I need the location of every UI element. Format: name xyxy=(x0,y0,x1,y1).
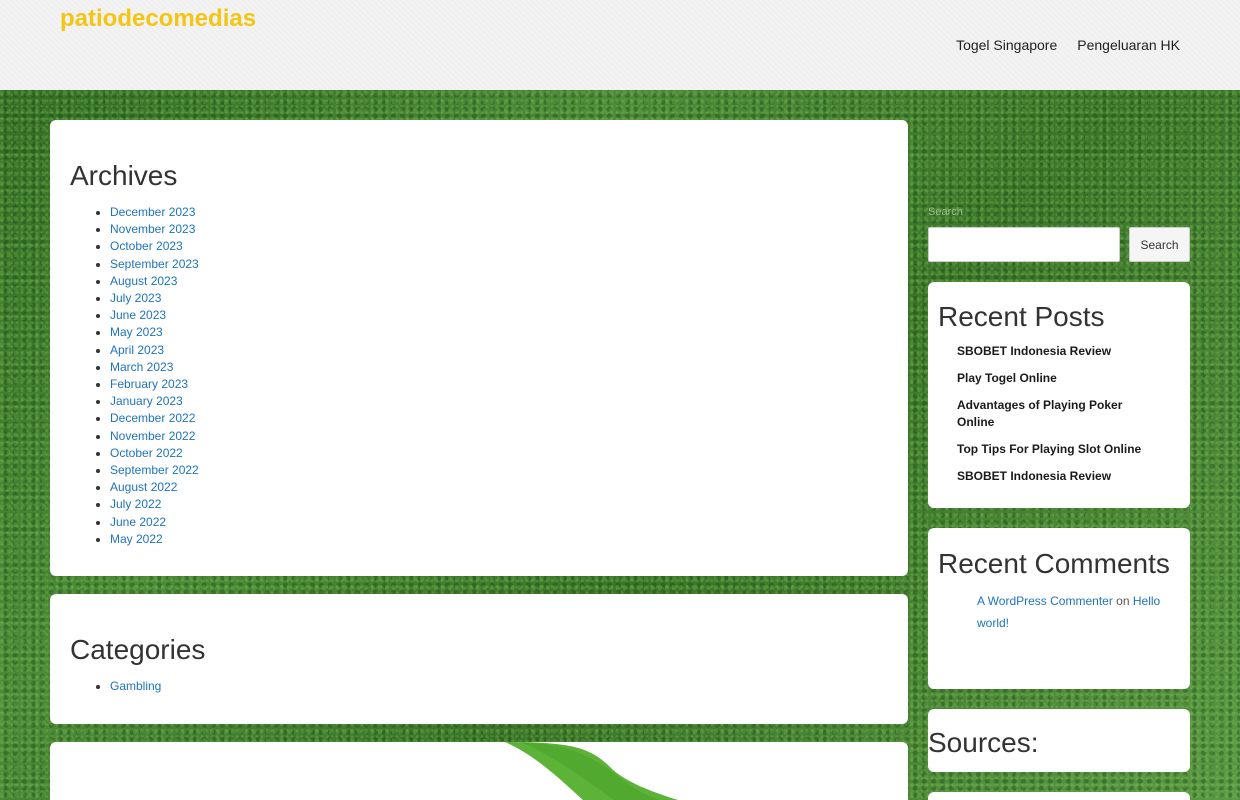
recent-post-link[interactable]: Top Tips For Playing Slot Online xyxy=(957,442,1141,456)
archive-link[interactable]: September 2022 xyxy=(110,463,199,477)
archive-link[interactable]: December 2023 xyxy=(110,205,195,219)
category-link[interactable]: Gambling xyxy=(110,679,161,693)
list-item: November 2022 xyxy=(110,428,888,445)
archive-link[interactable]: September 2023 xyxy=(110,257,199,271)
list-item: A WordPress Commenter on Hello world! xyxy=(977,590,1180,634)
list-item: August 2023 xyxy=(110,273,888,290)
list-item: October 2022 xyxy=(110,445,888,462)
footer-card xyxy=(50,742,908,800)
archive-link[interactable]: February 2023 xyxy=(110,377,188,391)
archive-link[interactable]: May 2022 xyxy=(110,532,163,546)
main-nav: Togel Singapore Pengeluaran HK xyxy=(956,37,1180,53)
recent-post-link[interactable]: SBOBET Indonesia Review xyxy=(957,469,1111,483)
list-item: August 2022 xyxy=(110,479,888,496)
archives-list: December 2023 November 2023 October 2023… xyxy=(70,204,888,548)
archive-link[interactable]: December 2022 xyxy=(110,411,195,425)
list-item: SBOBET Indonesia Review xyxy=(957,343,1150,360)
list-item: SBOBET Indonesia Review xyxy=(957,468,1150,485)
recent-comments-list: A WordPress Commenter on Hello world! xyxy=(938,590,1180,634)
comment-connector: on xyxy=(1116,594,1130,608)
recent-posts-heading: Recent Posts xyxy=(938,301,1105,332)
archive-link[interactable]: April 2023 xyxy=(110,343,164,357)
list-item: March 2023 xyxy=(110,359,888,376)
list-item: December 2023 xyxy=(110,204,888,221)
categories-widget: Categories Gambling xyxy=(50,594,908,724)
list-item: May 2022 xyxy=(110,531,888,548)
archive-link[interactable]: July 2023 xyxy=(110,291,161,305)
recent-posts-list: SBOBET Indonesia Review Play Togel Onlin… xyxy=(938,343,1180,485)
site-title-link[interactable]: patiodecomedias xyxy=(60,5,256,33)
list-item: September 2023 xyxy=(110,256,888,273)
nav-link-pengeluaran-hk[interactable]: Pengeluaran HK xyxy=(1077,37,1180,53)
list-item: June 2022 xyxy=(110,514,888,531)
recent-post-link[interactable]: SBOBET Indonesia Review xyxy=(957,344,1111,358)
list-item: September 2022 xyxy=(110,462,888,479)
list-item: July 2022 xyxy=(110,496,888,513)
list-item: Play Togel Online xyxy=(957,370,1150,387)
archive-link[interactable]: August 2022 xyxy=(110,480,177,494)
archive-link[interactable]: June 2022 xyxy=(110,515,166,529)
green-swoosh-decoration xyxy=(505,742,679,800)
categories-list: Gambling xyxy=(70,678,888,695)
search-label: Search xyxy=(928,206,963,218)
archive-link[interactable]: November 2022 xyxy=(110,429,195,443)
list-item: Gambling xyxy=(110,678,888,695)
list-item: July 2023 xyxy=(110,290,888,307)
recent-comments-widget: Recent Comments A WordPress Commenter on… xyxy=(928,528,1190,689)
archive-link[interactable]: November 2023 xyxy=(110,222,195,236)
archive-link[interactable]: October 2023 xyxy=(110,239,183,253)
nav-link-togel-singapore[interactable]: Togel Singapore xyxy=(956,37,1057,53)
site-header: patiodecomedias Togel Singapore Pengelua… xyxy=(0,0,1240,90)
archive-link[interactable]: January 2023 xyxy=(110,394,183,408)
sources-widget: Sources: xyxy=(928,709,1190,772)
archive-link[interactable]: October 2022 xyxy=(110,446,183,460)
recent-post-link[interactable]: Play Togel Online xyxy=(957,371,1057,385)
archive-link[interactable]: June 2023 xyxy=(110,308,166,322)
archive-link[interactable]: July 2022 xyxy=(110,497,161,511)
categories-heading: Categories xyxy=(70,634,206,665)
search-input[interactable] xyxy=(928,227,1120,262)
archive-link[interactable]: May 2023 xyxy=(110,325,163,339)
archives-heading: Archives xyxy=(70,160,178,191)
list-item: April 2023 xyxy=(110,342,888,359)
recent-comments-heading: Recent Comments xyxy=(938,548,1170,579)
list-item: Top Tips For Playing Slot Online xyxy=(957,441,1150,458)
archive-link[interactable]: August 2023 xyxy=(110,274,177,288)
list-item: February 2023 xyxy=(110,376,888,393)
list-item: January 2023 xyxy=(110,393,888,410)
next-widget xyxy=(928,792,1190,800)
archive-link[interactable]: March 2023 xyxy=(110,360,173,374)
comment-author-link[interactable]: A WordPress Commenter xyxy=(977,594,1113,608)
recent-posts-widget: Recent Posts SBOBET Indonesia Review Pla… xyxy=(928,282,1190,508)
list-item: Advantages of Playing Poker Online xyxy=(957,397,1150,431)
list-item: December 2022 xyxy=(110,410,888,427)
sources-heading: Sources: xyxy=(928,727,1039,758)
list-item: May 2023 xyxy=(110,324,888,341)
list-item: October 2023 xyxy=(110,238,888,255)
search-button[interactable]: Search xyxy=(1129,227,1190,262)
archives-widget: Archives December 2023 November 2023 Oct… xyxy=(50,120,908,576)
list-item: November 2023 xyxy=(110,221,888,238)
recent-post-link[interactable]: Advantages of Playing Poker Online xyxy=(957,398,1122,429)
list-item: June 2023 xyxy=(110,307,888,324)
